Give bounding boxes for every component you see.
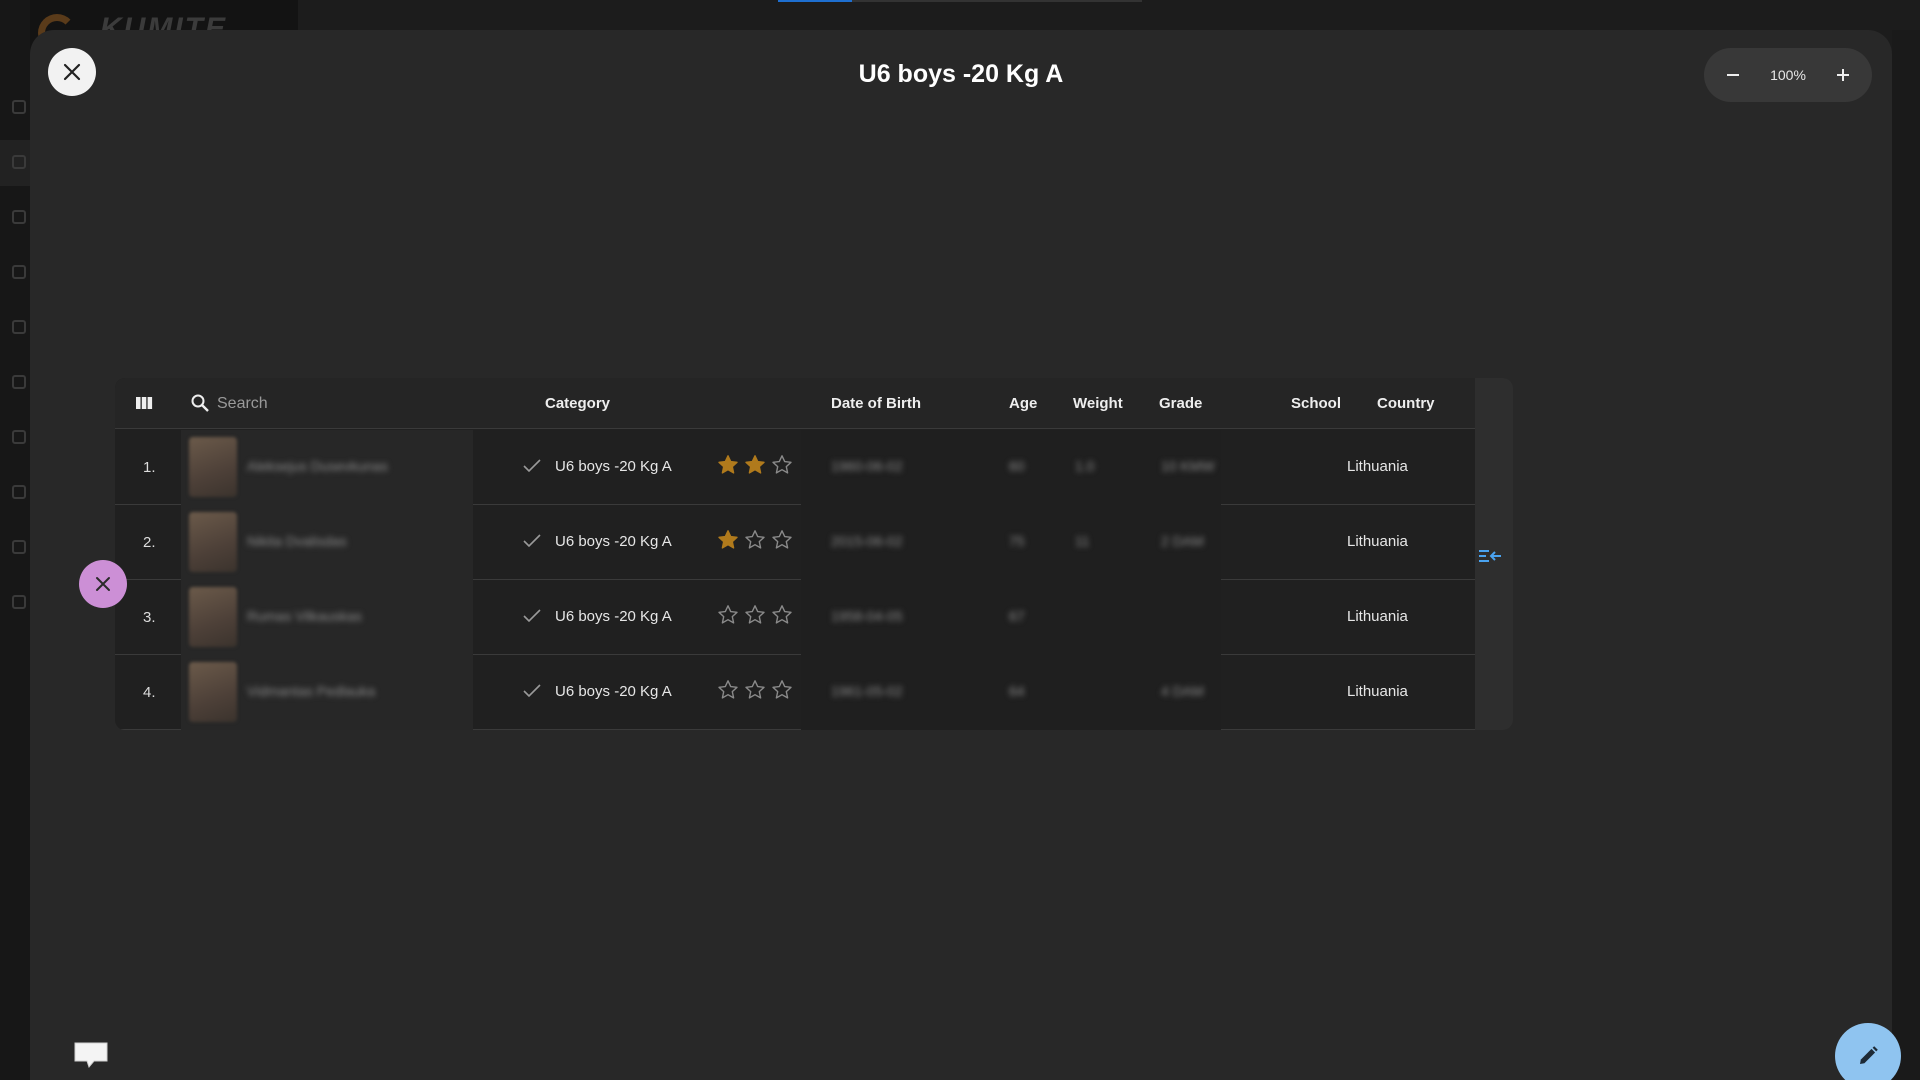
active-tab-indicator bbox=[778, 0, 852, 2]
check-icon bbox=[523, 459, 541, 473]
chat-icon[interactable] bbox=[72, 1040, 110, 1070]
star-icon[interactable] bbox=[744, 454, 766, 476]
star-icon[interactable] bbox=[771, 454, 793, 476]
star-icon[interactable] bbox=[771, 604, 793, 626]
check-icon bbox=[523, 684, 541, 698]
check-icon bbox=[523, 534, 541, 548]
seed-rating bbox=[717, 604, 793, 626]
grade-cell: 2 DAM bbox=[1161, 533, 1204, 549]
table-row[interactable]: 2. Nikita Dvalisdas U6 boys -20 Kg A 201… bbox=[115, 505, 1475, 580]
bracket-dialog: U6 boys -20 Kg A 100% Category bbox=[30, 30, 1901, 1080]
age-cell: 67 bbox=[1009, 608, 1025, 624]
seed-rating bbox=[717, 529, 793, 551]
puzzle-icon[interactable] bbox=[12, 430, 26, 444]
column-header-date-of-birth[interactable]: Date of Birth bbox=[831, 395, 921, 412]
star-icon[interactable] bbox=[744, 604, 766, 626]
people-icon[interactable] bbox=[12, 485, 26, 499]
date-of-birth-cell: 1958-04-05 bbox=[831, 608, 903, 624]
competitors-table: Category Date of Birth Age Weight Grade … bbox=[115, 378, 1513, 730]
country-cell: Lithuania bbox=[1347, 533, 1408, 550]
row-number: 2. bbox=[143, 534, 156, 551]
category-cell: U6 boys -20 Kg A bbox=[555, 608, 672, 625]
weight-cell: 1.0 bbox=[1075, 458, 1095, 474]
column-header-grade[interactable]: Grade bbox=[1159, 395, 1202, 412]
column-header-weight[interactable]: Weight bbox=[1073, 395, 1123, 412]
category-cell: U6 boys -20 Kg A bbox=[555, 683, 672, 700]
edit-button[interactable] bbox=[1835, 1023, 1901, 1080]
row-number: 1. bbox=[143, 459, 156, 476]
flag-icon[interactable] bbox=[12, 540, 26, 554]
search-icon bbox=[191, 394, 209, 412]
pencil-icon bbox=[1860, 1046, 1878, 1064]
rss-icon[interactable] bbox=[12, 320, 26, 334]
competitor-name[interactable]: Rumas Vilkauskas bbox=[247, 608, 362, 624]
avatar bbox=[189, 437, 237, 497]
star-icon[interactable] bbox=[771, 679, 793, 701]
star-icon[interactable] bbox=[717, 604, 739, 626]
zoom-out-button[interactable] bbox=[1718, 60, 1748, 90]
close-icon bbox=[96, 577, 110, 591]
document-icon[interactable] bbox=[12, 595, 26, 609]
competitor-name[interactable]: Nikita Dvalisdas bbox=[247, 533, 347, 549]
column-header-category[interactable]: Category bbox=[545, 395, 610, 412]
avatar bbox=[189, 512, 237, 572]
weight-cell: 11 bbox=[1075, 533, 1090, 549]
row-number: 4. bbox=[143, 684, 156, 701]
age-cell: 75 bbox=[1009, 533, 1025, 549]
date-of-birth-cell: 2015-06-02 bbox=[831, 533, 903, 549]
table-header: Category Date of Birth Age Weight Grade … bbox=[115, 378, 1475, 429]
tree-icon[interactable] bbox=[12, 210, 26, 224]
search-input[interactable] bbox=[217, 390, 447, 418]
country-cell: Lithuania bbox=[1347, 608, 1408, 625]
zoom-in-button[interactable] bbox=[1828, 60, 1858, 90]
date-of-birth-cell: 1960-06-02 bbox=[831, 458, 903, 474]
app-sidebar bbox=[0, 0, 30, 1080]
remove-button[interactable] bbox=[79, 560, 127, 608]
column-header-school[interactable]: School bbox=[1291, 395, 1341, 412]
zoom-level: 100% bbox=[1770, 67, 1806, 83]
star-icon[interactable] bbox=[717, 529, 739, 551]
star-icon[interactable] bbox=[717, 679, 739, 701]
background-right-edge bbox=[1892, 30, 1920, 1080]
competitor-name[interactable]: Aleksejus Dusevkunas bbox=[247, 458, 388, 474]
column-header-country[interactable]: Country bbox=[1377, 395, 1435, 412]
seed-rating bbox=[717, 679, 793, 701]
columns-icon[interactable] bbox=[135, 394, 153, 412]
age-cell: 60 bbox=[1009, 458, 1025, 474]
star-icon[interactable] bbox=[771, 529, 793, 551]
list-icon[interactable] bbox=[12, 375, 26, 389]
tab-divider bbox=[852, 0, 1142, 2]
list-icon[interactable] bbox=[12, 155, 26, 169]
user-icon[interactable] bbox=[12, 100, 26, 114]
dialog-title: U6 boys -20 Kg A bbox=[858, 60, 1064, 88]
column-header-age[interactable]: Age bbox=[1009, 395, 1037, 412]
country-cell: Lithuania bbox=[1347, 458, 1408, 475]
seed-rating bbox=[717, 454, 793, 476]
category-cell: U6 boys -20 Kg A bbox=[555, 458, 672, 475]
avatar bbox=[189, 662, 237, 722]
minus-icon bbox=[1727, 74, 1739, 76]
zoom-control: 100% bbox=[1704, 48, 1872, 102]
grade-cell: 10 KMW bbox=[1161, 458, 1215, 474]
star-icon[interactable] bbox=[744, 529, 766, 551]
star-icon[interactable] bbox=[717, 454, 739, 476]
table-row[interactable]: 1. Aleksejus Dusevkunas U6 boys -20 Kg A… bbox=[115, 430, 1475, 505]
table-row[interactable]: 3. Rumas Vilkauskas U6 boys -20 Kg A 195… bbox=[115, 580, 1475, 655]
star-icon[interactable] bbox=[744, 679, 766, 701]
menu-icon[interactable] bbox=[12, 265, 26, 279]
avatar bbox=[189, 587, 237, 647]
competitor-name[interactable]: Vidmantas Pedlauka bbox=[247, 683, 375, 699]
age-cell: 64 bbox=[1009, 683, 1025, 699]
table-row[interactable]: 4. Vidmantas Pedlauka U6 boys -20 Kg A 1… bbox=[115, 655, 1475, 730]
row-number: 3. bbox=[143, 609, 156, 626]
plus-icon bbox=[1837, 69, 1849, 81]
date-of-birth-cell: 1961-05-02 bbox=[831, 683, 903, 699]
collapse-panel-icon[interactable] bbox=[1477, 546, 1503, 566]
check-icon bbox=[523, 609, 541, 623]
category-cell: U6 boys -20 Kg A bbox=[555, 533, 672, 550]
country-cell: Lithuania bbox=[1347, 683, 1408, 700]
grade-cell: 4 DAM bbox=[1161, 683, 1204, 699]
